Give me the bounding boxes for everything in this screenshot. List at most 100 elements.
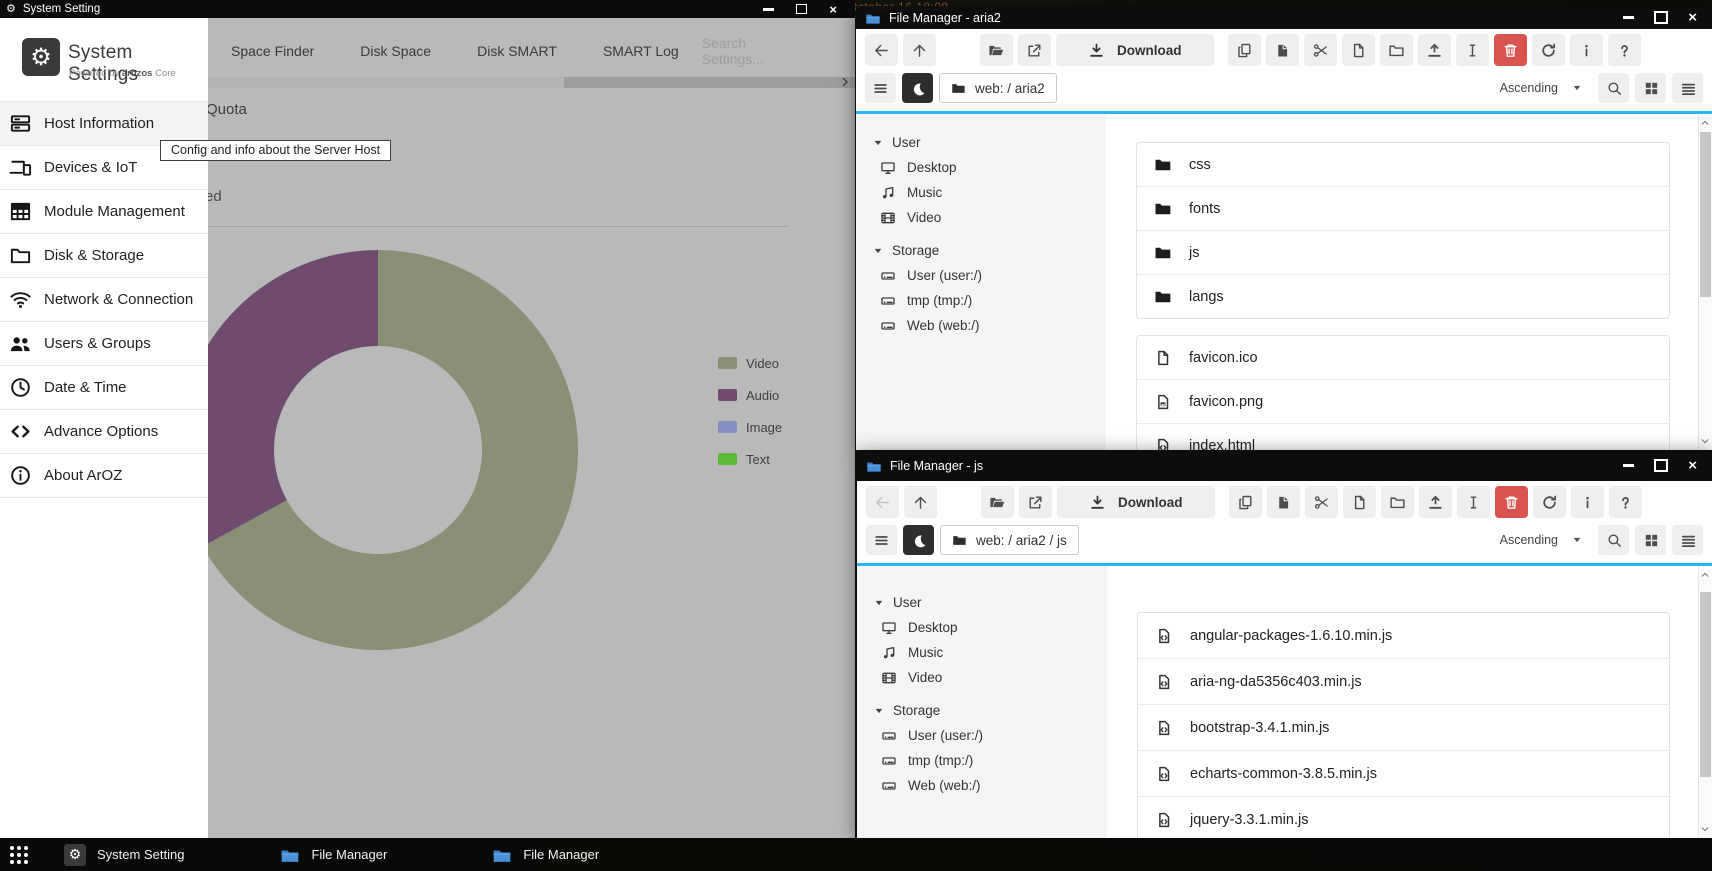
- tree-item-user-user-[interactable]: User (user:/): [874, 723, 1107, 748]
- rename-button[interactable]: [1456, 34, 1489, 66]
- tree-item-desktop[interactable]: Desktop: [873, 155, 1106, 180]
- file-row-aria-ng-da5356c403-min-js[interactable]: aria-ng-da5356c403.min.js: [1138, 659, 1669, 705]
- folder-row-fonts[interactable]: fonts: [1137, 187, 1669, 231]
- minimize-icon[interactable]: [1623, 464, 1634, 467]
- taskbar-item-file-manager[interactable]: File Manager: [280, 846, 387, 863]
- new-folder-button[interactable]: [1381, 486, 1414, 518]
- file-row-echarts-common-3-8-5-min-js[interactable]: echarts-common-3.8.5.min.js: [1138, 751, 1669, 797]
- scrollbar-thumb[interactable]: [1700, 132, 1711, 297]
- window-titlebar[interactable]: File Manager - aria2×: [856, 6, 1712, 29]
- tab-smart-log[interactable]: SMART Log: [580, 43, 702, 59]
- sidebar-item-about-aroz[interactable]: About ArOZ: [0, 454, 208, 498]
- breadcrumb[interactable]: web: / aria2: [939, 73, 1057, 103]
- scroll-up-icon[interactable]: [1700, 118, 1710, 128]
- search-button[interactable]: [1598, 525, 1629, 555]
- legend-item-audio[interactable]: Audio: [718, 389, 782, 401]
- menu-button[interactable]: [866, 525, 897, 555]
- menu-button[interactable]: [865, 73, 896, 103]
- tree-group-storage[interactable]: Storage: [874, 698, 1107, 723]
- scroll-up-icon[interactable]: [1700, 570, 1710, 580]
- breadcrumb[interactable]: web: / aria2 / js: [940, 525, 1079, 555]
- sidebar-item-advance-options[interactable]: Advance Options: [0, 410, 208, 454]
- back-button[interactable]: [865, 34, 898, 66]
- restore-icon[interactable]: [796, 4, 807, 14]
- tree-item-web-web-[interactable]: Web (web:/): [873, 313, 1106, 338]
- grid-view-button[interactable]: [1635, 525, 1666, 555]
- sidebar-item-date-time[interactable]: Date & Time: [0, 366, 208, 410]
- close-icon[interactable]: ×: [1688, 10, 1697, 25]
- tree-group-user[interactable]: User: [874, 590, 1107, 615]
- legend-item-video[interactable]: Video: [718, 357, 782, 369]
- file-row-angular-packages-1-6-10-min-js[interactable]: angular-packages-1.6.10.min.js: [1138, 613, 1669, 659]
- tree-item-tmp-tmp-[interactable]: tmp (tmp:/): [874, 748, 1107, 773]
- sort-order-dropdown[interactable]: Ascending: [1500, 81, 1582, 95]
- file-row-favicon-png[interactable]: favicon.png: [1137, 380, 1669, 424]
- file-row-bootstrap-3-4-1-min-js[interactable]: bootstrap-3.4.1.min.js: [1138, 705, 1669, 751]
- minimize-icon[interactable]: [763, 8, 774, 11]
- download-button[interactable]: Download: [1057, 486, 1215, 518]
- scrollbar-thumb[interactable]: [1700, 592, 1711, 777]
- sidebar-item-module-management[interactable]: Module Management: [0, 190, 208, 234]
- download-button[interactable]: Download: [1056, 34, 1214, 66]
- new-folder-button[interactable]: [1380, 34, 1413, 66]
- cut-button[interactable]: [1305, 486, 1338, 518]
- tab-disk-smart[interactable]: Disk SMART: [454, 43, 580, 59]
- new-file-button[interactable]: [1343, 486, 1376, 518]
- tab-space-finder[interactable]: Space Finder: [208, 43, 337, 59]
- maximize-icon[interactable]: [1654, 11, 1668, 24]
- caret-right-icon[interactable]: [839, 76, 851, 89]
- folder-row-css[interactable]: css: [1137, 143, 1669, 187]
- up-button[interactable]: [903, 34, 936, 66]
- up-button[interactable]: [904, 486, 937, 518]
- horizontal-scrollbar[interactable]: [208, 77, 855, 88]
- maximize-icon[interactable]: [1654, 459, 1668, 472]
- sidebar-item-network-connection[interactable]: Network & Connection: [0, 278, 208, 322]
- file-row-jquery-3-3-1-min-js[interactable]: jquery-3.3.1.min.js: [1138, 797, 1669, 838]
- folder-row-langs[interactable]: langs: [1137, 275, 1669, 318]
- upload-button[interactable]: [1418, 34, 1451, 66]
- help-button[interactable]: [1608, 34, 1641, 66]
- legend-item-image[interactable]: Image: [718, 421, 782, 433]
- tree-item-user-user-[interactable]: User (user:/): [873, 263, 1106, 288]
- info-button[interactable]: [1570, 34, 1603, 66]
- tree-item-web-web-[interactable]: Web (web:/): [874, 773, 1107, 798]
- tree-item-tmp-tmp-[interactable]: tmp (tmp:/): [873, 288, 1106, 313]
- paste-button[interactable]: [1266, 34, 1299, 66]
- external-link-button[interactable]: [1018, 34, 1051, 66]
- tree-group-storage[interactable]: Storage: [873, 238, 1106, 263]
- back-button[interactable]: [866, 486, 899, 518]
- tree-item-video[interactable]: Video: [873, 205, 1106, 230]
- sort-order-dropdown[interactable]: Ascending: [1500, 533, 1582, 547]
- paste-button[interactable]: [1267, 486, 1300, 518]
- dark-mode-button[interactable]: [903, 525, 934, 555]
- delete-button[interactable]: [1494, 34, 1527, 66]
- info-button[interactable]: [1571, 486, 1604, 518]
- refresh-button[interactable]: [1533, 486, 1566, 518]
- tree-item-video[interactable]: Video: [874, 665, 1107, 690]
- sidebar-item-users-groups[interactable]: Users & Groups: [0, 322, 208, 366]
- sidebar-item-disk-storage[interactable]: Disk & Storage: [0, 234, 208, 278]
- open-button[interactable]: [981, 486, 1014, 518]
- taskbar-item-file-manager[interactable]: File Manager: [492, 846, 599, 863]
- search-settings-input[interactable]: Search Settings...: [702, 35, 791, 67]
- tree-item-desktop[interactable]: Desktop: [874, 615, 1107, 640]
- minimize-icon[interactable]: [1623, 16, 1634, 19]
- rename-button[interactable]: [1457, 486, 1490, 518]
- new-file-button[interactable]: [1342, 34, 1375, 66]
- system-settings-titlebar[interactable]: ⚙ System Setting ×: [0, 0, 855, 18]
- window-titlebar[interactable]: File Manager - js×: [857, 450, 1712, 481]
- list-view-button[interactable]: [1672, 73, 1703, 103]
- close-icon[interactable]: ×: [829, 3, 837, 16]
- vertical-scrollbar[interactable]: [1698, 566, 1712, 838]
- scroll-down-icon[interactable]: [1700, 824, 1710, 834]
- help-button[interactable]: [1609, 486, 1642, 518]
- taskbar-item-system-setting[interactable]: ⚙System Setting: [64, 844, 184, 866]
- external-link-button[interactable]: [1019, 486, 1052, 518]
- copy-button[interactable]: [1228, 34, 1261, 66]
- close-icon[interactable]: ×: [1688, 458, 1697, 473]
- refresh-button[interactable]: [1532, 34, 1565, 66]
- delete-button[interactable]: [1495, 486, 1528, 518]
- tree-item-music[interactable]: Music: [873, 180, 1106, 205]
- upload-button[interactable]: [1419, 486, 1452, 518]
- file-row-favicon-ico[interactable]: favicon.ico: [1137, 336, 1669, 380]
